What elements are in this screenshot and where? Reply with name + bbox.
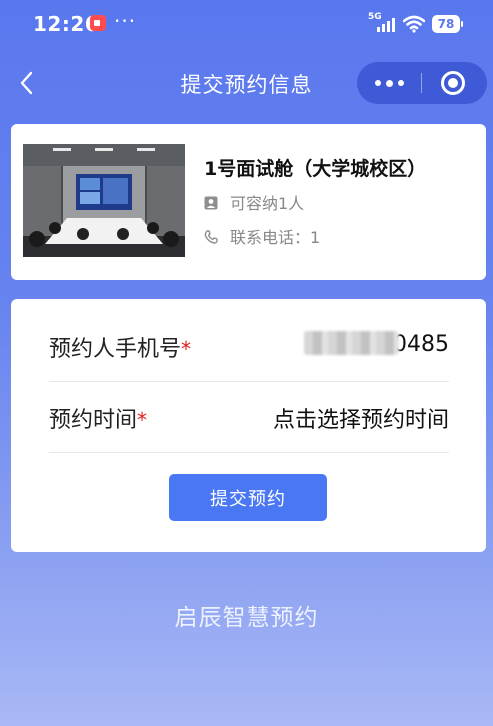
close-miniprogram-icon[interactable] xyxy=(441,71,465,95)
phone-row[interactable]: 预约人手机号* 0485 xyxy=(49,309,449,382)
time-row[interactable]: 预约时间* 点击选择预约时间 xyxy=(49,380,449,453)
person-badge-icon xyxy=(204,196,218,210)
booking-form: 预约人手机号* 0485 预约时间* 点击选择预约时间 提交预约 xyxy=(11,299,486,552)
phone-icon xyxy=(204,230,218,244)
mini-program-capsule xyxy=(357,62,487,104)
recording-icon xyxy=(90,15,106,31)
phone-value-visible: 0485 xyxy=(393,332,449,357)
required-mark: * xyxy=(137,408,148,432)
room-capacity-text: 可容纳1人 xyxy=(230,194,305,213)
room-name: 1号面试舱（大学城校区） xyxy=(204,158,427,180)
masked-phone-digits xyxy=(304,331,399,355)
phone-label-text: 预约人手机号 xyxy=(49,337,182,362)
capsule-divider xyxy=(421,73,422,93)
status-bar: 12:26 ··· 5G 78 xyxy=(0,0,493,50)
brand-footer: 启辰智慧预约 xyxy=(174,605,319,631)
room-phone-text: 联系电话：1 xyxy=(230,228,321,247)
room-card[interactable]: 1号面试舱（大学城校区） 可容纳1人 联系电话：1 xyxy=(11,124,486,280)
phone-value[interactable]: 0485 xyxy=(304,331,449,357)
phone-label: 预约人手机号* xyxy=(49,331,191,363)
battery-icon: 78 xyxy=(432,15,463,33)
room-capacity: 可容纳1人 xyxy=(204,190,304,214)
submit-button[interactable]: 提交预约 xyxy=(169,474,327,521)
time-picker[interactable]: 点击选择预约时间 xyxy=(273,402,449,434)
time-label-text: 预约时间 xyxy=(49,408,138,433)
more-notifications-icon: ··· xyxy=(114,9,137,33)
nav-bar: 提交预约信息 xyxy=(0,54,493,112)
time-label: 预约时间* xyxy=(49,402,147,434)
signal-icon xyxy=(377,18,397,32)
wifi-icon xyxy=(403,15,425,33)
room-photo xyxy=(23,144,185,257)
more-menu-button[interactable] xyxy=(357,62,421,104)
room-phone: 联系电话：1 xyxy=(204,224,320,248)
required-mark: * xyxy=(181,337,192,361)
